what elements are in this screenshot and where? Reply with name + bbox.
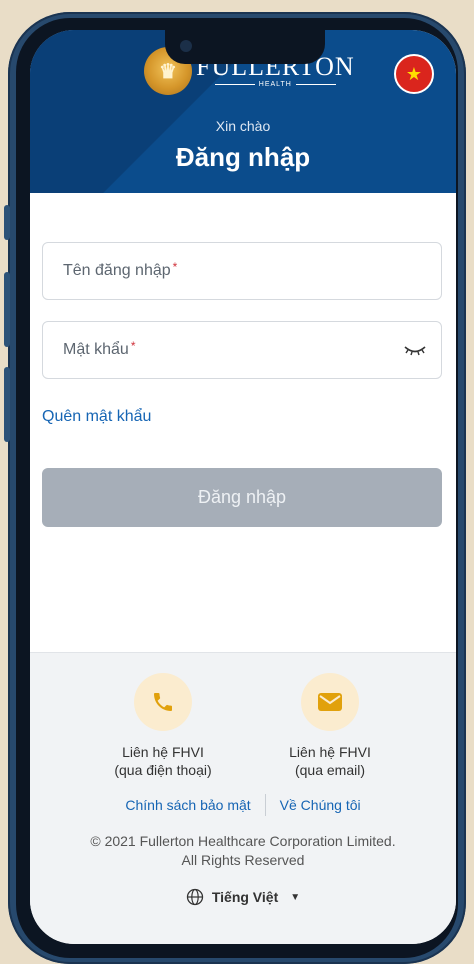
page-title: Đăng nhập: [175, 142, 311, 172]
screen: ♛ FULLERTON HEALTH ★ Xin chào Đăng nhập …: [30, 30, 456, 944]
footer-links: Chính sách bảo mật Về Chúng tôi: [30, 794, 456, 816]
required-mark: *: [172, 260, 178, 274]
volume-up-button: [4, 272, 10, 347]
copyright-line1: © 2021 Fullerton Healthcare Corporation …: [90, 833, 396, 849]
username-label: Tên đăng nhập: [63, 262, 171, 279]
mail-icon[interactable]: [301, 673, 359, 731]
phone-icon[interactable]: [134, 673, 192, 731]
password-label: Mật khẩu: [63, 341, 129, 358]
required-mark: *: [130, 339, 136, 353]
privacy-policy-link[interactable]: Chính sách bảo mật: [125, 797, 250, 813]
contact-phone[interactable]: Liên hệ FHVI (qua điện thoại): [88, 673, 238, 779]
language-label: Tiếng Việt: [211, 889, 279, 905]
contact-email-line2: (qua email): [294, 762, 366, 778]
volume-down-button: [4, 367, 10, 442]
contact-phone-label: Liên hệ FHVI (qua điện thoại): [114, 743, 211, 779]
contact-phone-line2: (qua điện thoại): [114, 762, 212, 778]
contact-phone-line1: Liên hệ FHVI: [122, 744, 204, 760]
password-field[interactable]: Mật khẩu *: [42, 321, 442, 379]
forgot-password-link[interactable]: Quên mật khẩu: [42, 408, 151, 426]
copyright-line2: All Rights Reserved: [181, 852, 305, 868]
side-button: [4, 205, 10, 240]
about-us-link[interactable]: Về Chúng tôi: [280, 797, 361, 813]
globe-icon: [186, 888, 203, 906]
caret-down-icon: ▼: [290, 891, 301, 903]
camera: [180, 40, 192, 52]
brand-sub: HEALTH: [258, 80, 292, 88]
divider: [264, 794, 266, 816]
vietnam-flag-icon[interactable]: ★: [394, 54, 434, 94]
copyright: © 2021 Fullerton Healthcare Corporation …: [30, 832, 456, 870]
language-selector[interactable]: Tiếng Việt ▼: [30, 888, 456, 906]
contact-email-label: Liên hệ FHVI (qua email): [289, 743, 371, 779]
contact-email-line1: Liên hệ FHVI: [289, 744, 371, 760]
eye-closed-icon[interactable]: [403, 342, 427, 358]
brand-sub-row: HEALTH: [214, 80, 336, 88]
greeting: Xin chào: [215, 118, 271, 134]
login-button[interactable]: Đăng nhập: [42, 468, 442, 527]
footer: Liên hệ FHVI (qua điện thoại) Liên hệ FH…: [30, 652, 456, 944]
username-field[interactable]: Tên đăng nhập *: [42, 242, 442, 300]
contact-email[interactable]: Liên hệ FHVI (qua email): [255, 673, 405, 779]
